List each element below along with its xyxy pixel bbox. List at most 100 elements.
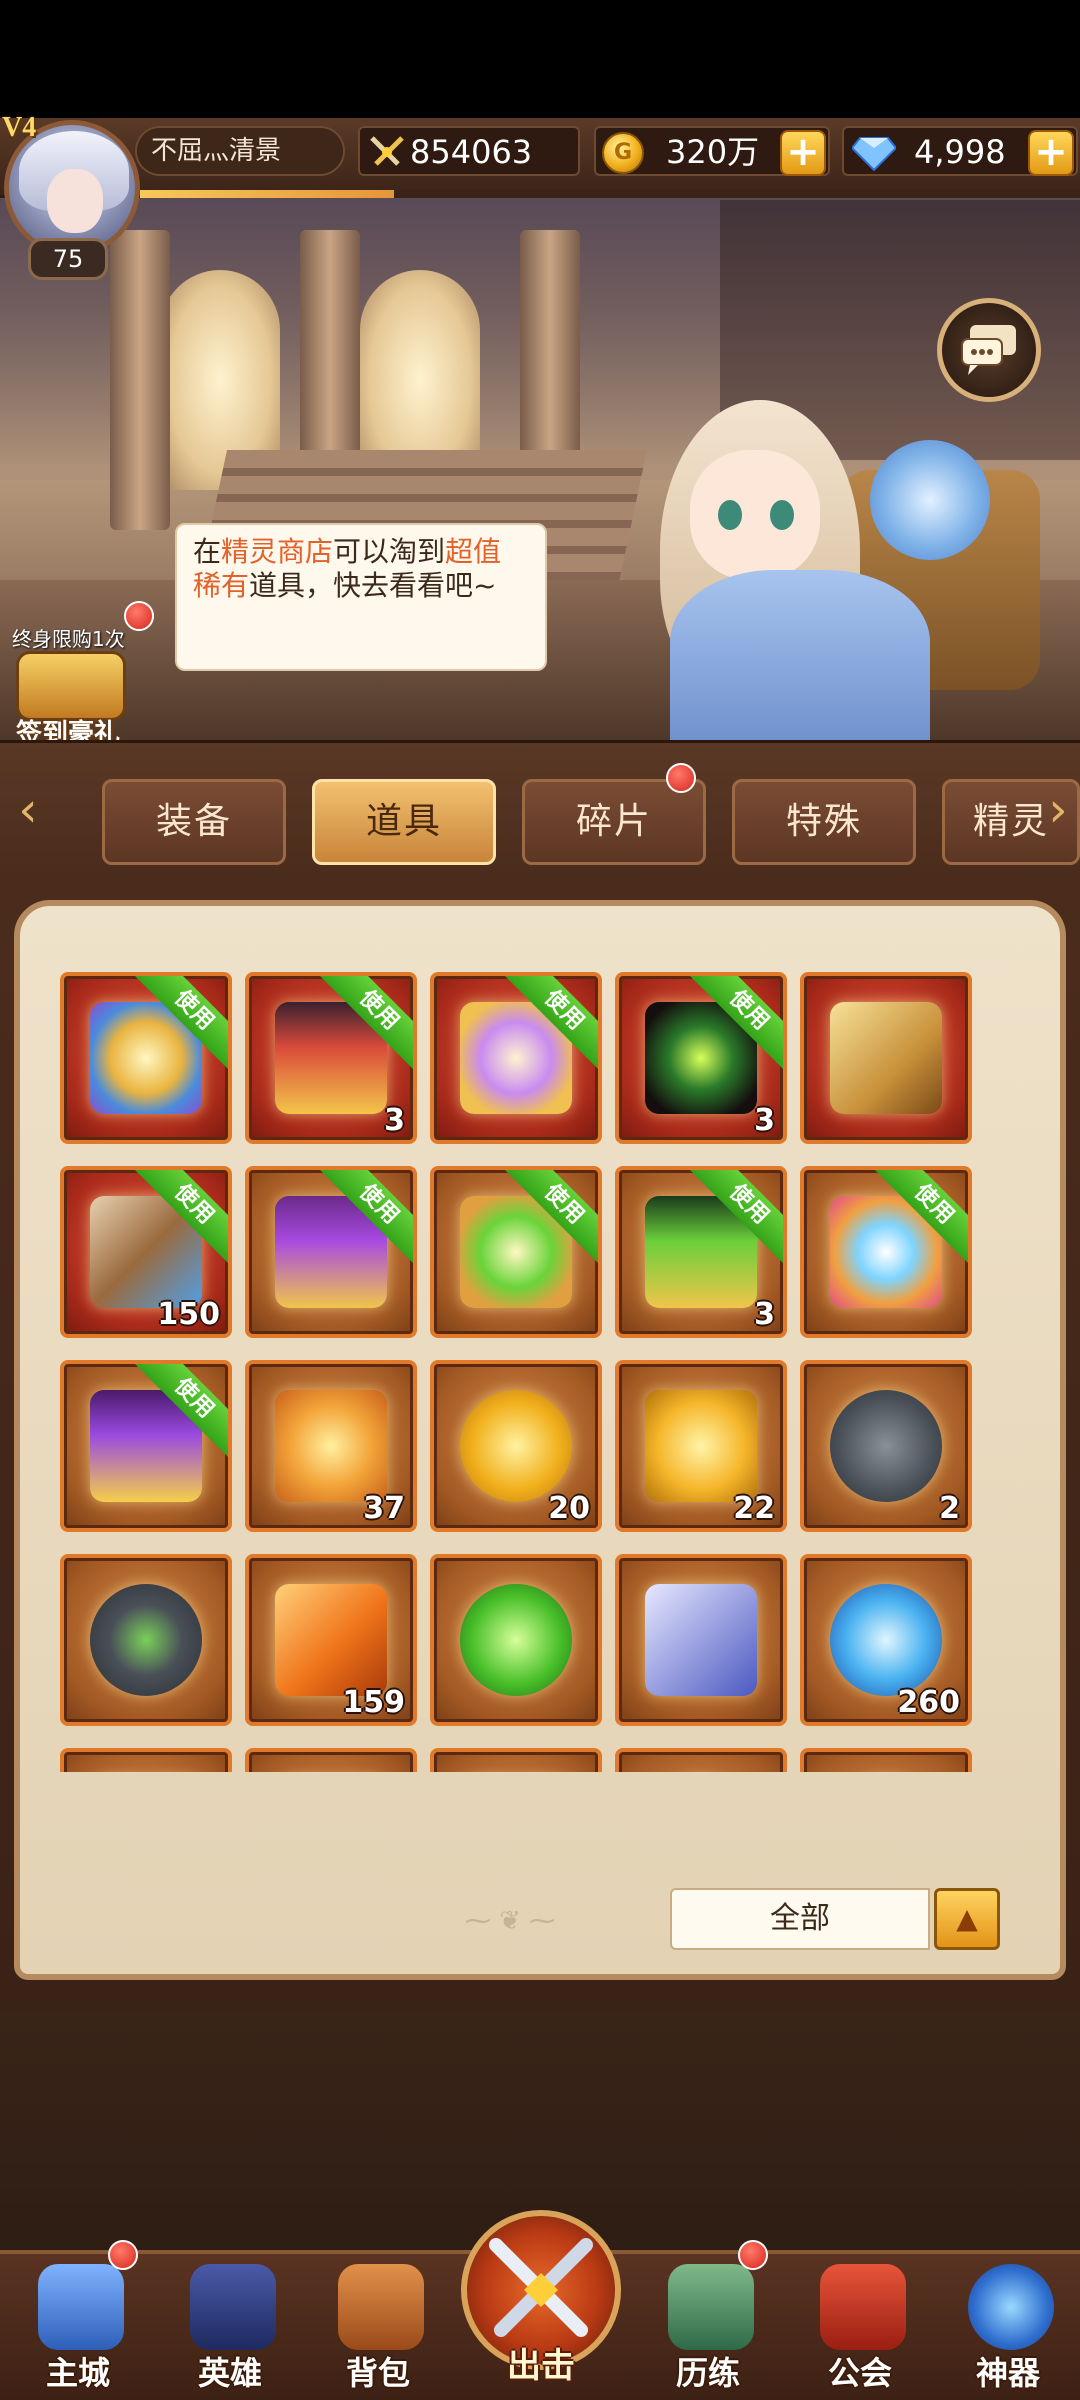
nav-training[interactable]: 历练 bbox=[638, 2240, 778, 2400]
npc-body bbox=[670, 570, 930, 750]
gold-coin-icon bbox=[460, 1390, 572, 1502]
diamond-value: 4,998 bbox=[914, 133, 1006, 171]
orange-crystal-icon bbox=[275, 1584, 387, 1696]
gift-limit-text: 终身限购1次 bbox=[12, 627, 125, 651]
inventory-item[interactable] bbox=[430, 1554, 602, 1726]
nav-label: 出击 bbox=[507, 2346, 575, 2386]
inventory-item[interactable]: 使用 bbox=[60, 972, 232, 1144]
backpack-icon bbox=[338, 2264, 424, 2350]
notification-dot bbox=[738, 2240, 768, 2270]
nav-label: 历练 bbox=[675, 2354, 740, 2392]
nav-main-city[interactable]: 主城 bbox=[8, 2240, 148, 2400]
filter-toggle-icon[interactable]: ▲ bbox=[934, 1888, 1000, 1950]
inventory-item[interactable]: 使用 bbox=[430, 1166, 602, 1338]
tab-equipment[interactable]: 装备 bbox=[102, 779, 286, 865]
inventory-item[interactable]: 使用 bbox=[245, 1166, 417, 1338]
item-count: 37 bbox=[363, 1491, 405, 1526]
avatar-face bbox=[47, 169, 103, 233]
item-count: 150 bbox=[157, 1297, 220, 1332]
inventory-item[interactable]: 使用 150 bbox=[60, 1166, 232, 1338]
golden-cards-icon bbox=[830, 1002, 942, 1114]
goblin-rune-icon bbox=[90, 1584, 202, 1696]
sun-crystal-icon bbox=[275, 1390, 387, 1502]
inventory-item[interactable]: 使用 3 bbox=[245, 972, 417, 1144]
nav-backpack[interactable]: 背包 bbox=[308, 2254, 448, 2400]
castle-icon bbox=[38, 2264, 124, 2350]
shop-npc-girl[interactable] bbox=[640, 380, 1080, 750]
inventory-item[interactable]: 22 bbox=[615, 1360, 787, 1532]
player-avatar-block[interactable]: V4 75 bbox=[0, 112, 148, 282]
nav-battle[interactable]: 出击 bbox=[456, 2210, 626, 2400]
nav-guild[interactable]: 公会 bbox=[790, 2254, 930, 2400]
stone-rune-icon bbox=[830, 1390, 942, 1502]
npc-eye bbox=[770, 500, 794, 530]
inventory-item[interactable]: 2 bbox=[800, 1360, 972, 1532]
inventory-item[interactable] bbox=[60, 1554, 232, 1726]
npc-eye bbox=[718, 500, 742, 530]
diamond-icon bbox=[852, 137, 896, 172]
green-gem-icon bbox=[460, 1584, 572, 1696]
inventory-item[interactable]: 159 bbox=[245, 1554, 417, 1726]
nav-label: 背包 bbox=[345, 2354, 410, 2392]
ornament-divider: ⁓ ❦ ⁓ bbox=[464, 1906, 556, 1936]
inventory-item[interactable] bbox=[60, 1748, 232, 1772]
nav-heroes[interactable]: 英雄 bbox=[160, 2254, 300, 2400]
inventory-item[interactable] bbox=[615, 1748, 787, 1772]
gold-display: G 320万 + bbox=[594, 126, 830, 176]
combat-power-display: 854063 bbox=[358, 126, 580, 176]
nav-label: 公会 bbox=[827, 2354, 892, 2392]
item-count: 3 bbox=[754, 1297, 775, 1332]
nav-label: 神器 bbox=[975, 2354, 1040, 2392]
npc-face bbox=[690, 450, 820, 580]
item-count: 2 bbox=[939, 1491, 960, 1526]
blue-orb-icon bbox=[830, 1584, 942, 1696]
filter-selected-value[interactable]: 全部 bbox=[670, 1888, 930, 1950]
bubble-text: 可以淘到 bbox=[333, 535, 446, 568]
inventory-item[interactable]: 使用 3 bbox=[615, 1166, 787, 1338]
inventory-item[interactable] bbox=[800, 972, 972, 1144]
add-gold-button[interactable]: + bbox=[780, 130, 826, 176]
nav-label: 英雄 bbox=[197, 2354, 262, 2392]
sign-in-gift-button[interactable]: 终身限购1次 签到豪礼 bbox=[6, 601, 154, 749]
inventory-item[interactable] bbox=[800, 1748, 972, 1772]
inventory-item[interactable]: 37 bbox=[245, 1360, 417, 1532]
item-count: 159 bbox=[342, 1685, 405, 1720]
inventory-grid-viewport[interactable]: 使用 使用 3 使用 使用 3 使用 150 使用 使用 使用 3 使用 使用 37 20 22 2 159 260 bbox=[60, 972, 1028, 1772]
tab-items[interactable]: 道具 bbox=[312, 779, 496, 865]
inventory-item[interactable]: 使用 bbox=[60, 1360, 232, 1532]
inventory-grid: 使用 使用 3 使用 使用 3 使用 150 使用 使用 使用 3 使用 使用 37 20 22 2 159 260 bbox=[60, 972, 1028, 1772]
inventory-tab-bar: ‹ 装备 道具 碎片 特殊 精灵 › bbox=[0, 740, 1080, 880]
item-filter[interactable]: 全部 ▲ bbox=[670, 1888, 1000, 1950]
item-count: 3 bbox=[384, 1103, 405, 1138]
inventory-item[interactable]: 使用 bbox=[800, 1166, 972, 1338]
knight-helmet-icon bbox=[190, 2264, 276, 2350]
gold-coin-icon: G bbox=[602, 132, 644, 174]
item-count: 20 bbox=[548, 1491, 590, 1526]
tab-scroll-right-icon[interactable]: › bbox=[1036, 777, 1080, 847]
bubble-highlight-shop[interactable]: 精灵商店 bbox=[221, 535, 333, 568]
inventory-item[interactable]: 260 bbox=[800, 1554, 972, 1726]
notification-dot bbox=[124, 601, 154, 631]
silver-key-icon bbox=[645, 1584, 757, 1696]
item-count: 260 bbox=[897, 1685, 960, 1720]
gold-ingot-icon bbox=[645, 1390, 757, 1502]
crossed-swords-icon bbox=[370, 136, 404, 166]
inventory-item[interactable] bbox=[245, 1748, 417, 1772]
tab-special[interactable]: 特殊 bbox=[732, 779, 916, 865]
tab-scroll-left-icon[interactable]: ‹ bbox=[6, 777, 50, 847]
inventory-item[interactable]: 使用 bbox=[430, 972, 602, 1144]
inventory-item[interactable] bbox=[430, 1748, 602, 1772]
nav-artifact[interactable]: 神器 bbox=[938, 2254, 1078, 2400]
inventory-item[interactable]: 20 bbox=[430, 1360, 602, 1532]
exp-bar-fill bbox=[140, 190, 394, 198]
player-level: 75 bbox=[28, 238, 108, 280]
bubble-text: 在 bbox=[193, 535, 222, 568]
training-icon bbox=[668, 2264, 754, 2350]
inventory-item[interactable]: 使用 3 bbox=[615, 972, 787, 1144]
status-bar-area bbox=[0, 0, 1080, 120]
inventory-item[interactable] bbox=[615, 1554, 787, 1726]
add-diamond-button[interactable]: + bbox=[1028, 130, 1074, 176]
inventory-panel: 使用 使用 3 使用 使用 3 使用 150 使用 使用 使用 3 使用 使用 37 20 22 2 159 260 … bbox=[14, 900, 1066, 1980]
artifact-orb-icon bbox=[968, 2264, 1054, 2350]
player-name: 不屈灬清景 bbox=[135, 126, 345, 176]
